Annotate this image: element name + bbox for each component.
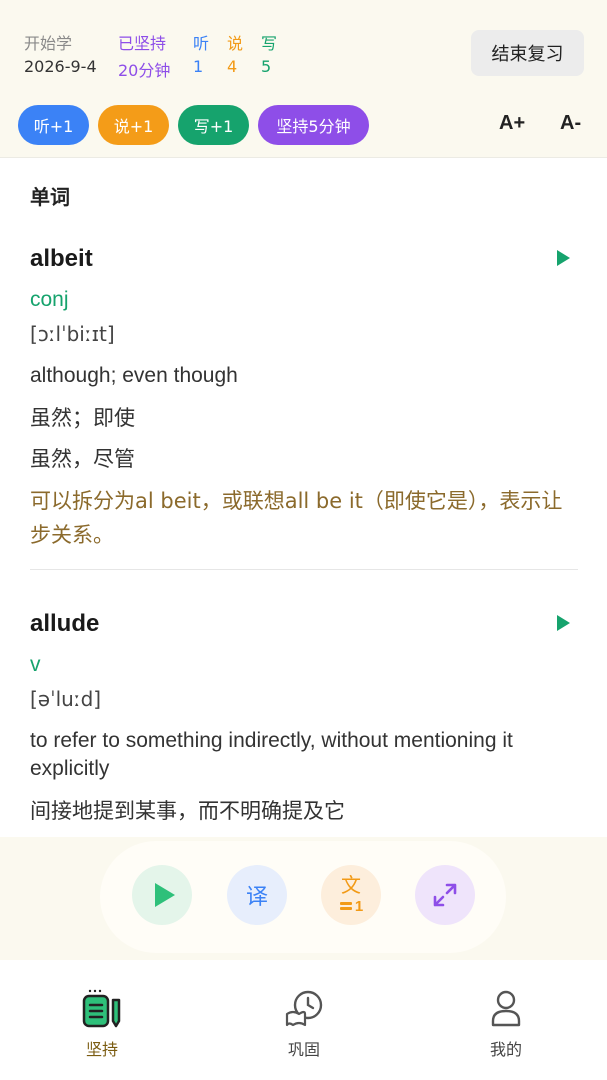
write-count: 5 [261,57,272,76]
word-title: albeit [30,245,93,272]
definition-cn: 虽然；即使 [30,406,135,430]
expand-icon [433,883,457,907]
bottom-tab-bar: 坚持 巩固 我的 [0,960,607,1080]
word-list[interactable]: 单词 albeit conj [ɔːlˈbiːɪt] although; eve… [0,159,607,837]
play-icon [155,883,175,907]
end-review-button[interactable]: 结束复习 [471,30,584,76]
person-icon [491,990,521,1027]
persist-five-min-button[interactable]: 坚持5分钟 [258,105,369,145]
tab-consolidate[interactable]: 巩固 [244,974,364,1059]
definition-en: to refer to something indirectly, withou… [30,729,513,780]
play-pronunciation-icon[interactable] [557,615,570,631]
tab-label: 我的 [489,1040,522,1059]
listen-count: 1 [193,57,204,76]
lines-icon [339,902,352,910]
tab-persist[interactable]: 坚持 [42,974,162,1059]
tab-label: 坚持 [85,1040,118,1059]
persisted-value: 20分钟 [118,61,171,80]
speak-count: 4 [227,57,238,76]
speak-plus-button[interactable]: 说+1 [98,105,169,145]
word-title: allude [30,610,100,637]
action-toolbar: 译 文 1 [100,841,506,953]
definition-en: although; even though [30,364,238,387]
write-plus-button[interactable]: 写+1 [178,105,249,145]
play-pronunciation-icon[interactable] [557,250,570,266]
write-label: 写 [261,34,278,53]
divider [30,569,578,570]
start-date: 2026-9-4 [24,57,97,76]
part-of-speech: v [30,653,41,676]
font-decrease-button[interactable]: A- [560,112,581,135]
text-mode-button[interactable]: 文 1 [321,865,381,925]
autoplay-button[interactable] [132,865,192,925]
fullscreen-button[interactable] [415,865,475,925]
font-increase-button[interactable]: A+ [499,112,525,135]
tab-label: 巩固 [287,1040,320,1059]
listen-plus-button[interactable]: 听+1 [18,105,89,145]
translate-icon: 译 [245,884,268,909]
toolbar-area: 译 文 1 [0,837,607,960]
stats-header: 开始学 2026-9-4 已坚持 20分钟 听 1 说 4 写 5 结束复习 听… [0,0,607,158]
phonetic: [ɔːlˈbiːɪt] [30,322,115,346]
definition-cn-alt: 虽然，尽管 [30,447,135,471]
tab-mine[interactable]: 我的 [446,974,566,1059]
memory-tip: 可以拆分为al beit，或联想all be it（即使它是），表示让步关系。 [30,489,563,547]
listen-label: 听 [193,34,210,53]
text-icon: 文 [341,874,361,897]
part-of-speech: conj [30,288,69,311]
start-label: 开始学 [24,34,73,53]
book-clock-icon [285,990,323,1027]
persisted-label: 已坚持 [118,34,167,53]
definition-cn: 间接地提到某事，而不明确提及它 [30,799,345,823]
phonetic: [əˈluːd] [30,687,102,711]
notebook-icon [82,989,121,1028]
translate-button[interactable]: 译 [227,865,287,925]
section-title: 单词 [30,185,70,209]
text-count: 1 [354,897,364,915]
speak-label: 说 [227,34,244,53]
